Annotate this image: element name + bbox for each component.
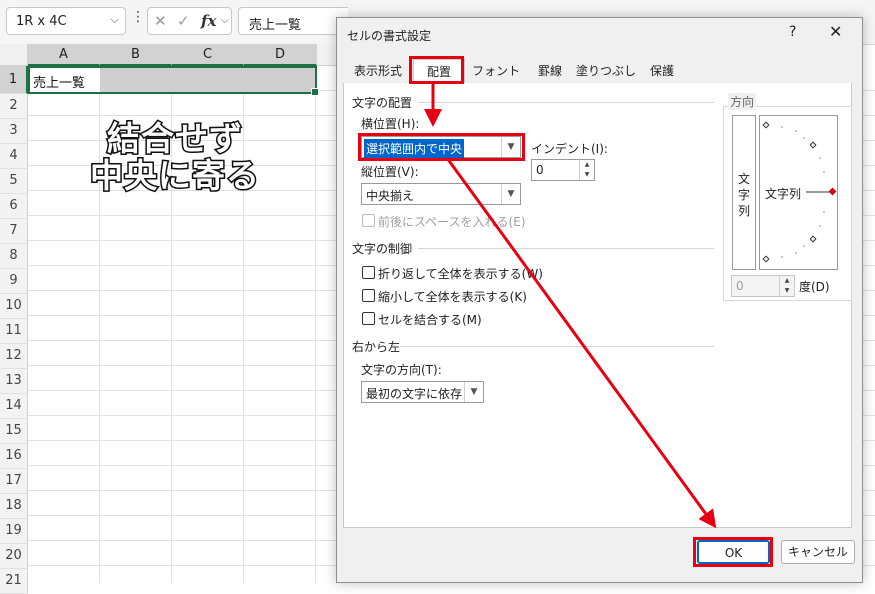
degrees-spinner[interactable]: 0 ▲ ▼ [731, 275, 795, 297]
row-header[interactable]: 12 [0, 344, 28, 369]
row-header[interactable]: 9 [0, 269, 28, 294]
vertical-label: 縦位置(V): [361, 165, 419, 179]
section-divider [418, 102, 714, 103]
spin-up-icon[interactable]: ▲ [779, 276, 794, 286]
indent-value: 0 [536, 163, 544, 177]
vertical-char: 字 [738, 188, 751, 202]
vertical-char: 文 [738, 172, 751, 186]
distributed-label: 前後にスペースを入れる(E) [378, 215, 526, 229]
tab-number[interactable]: 表示形式 [347, 59, 409, 83]
selected-range[interactable]: 売上一覧 [28, 66, 319, 96]
merge-cells-checkbox[interactable] [362, 312, 375, 325]
annotation-line-1: 結合せず [106, 119, 244, 159]
spin-down-icon[interactable]: ▼ [779, 286, 794, 296]
row-header[interactable]: 7 [0, 219, 28, 244]
row-header[interactable]: 4 [0, 144, 28, 169]
vertical-char: 列 [738, 204, 751, 218]
text-control-heading: 文字の制御 [352, 242, 413, 256]
column-header-c[interactable]: C [172, 44, 244, 66]
annotation-caption: 結合せず 中央に寄る [70, 119, 280, 196]
chevron-down-icon[interactable]: ⌵ [221, 15, 229, 26]
chevron-down-icon[interactable]: ▼ [464, 382, 483, 402]
more-options-icon[interactable]: ⋮ [131, 10, 145, 24]
text-direction-label: 文字の方向(T): [361, 363, 442, 377]
vertical-text-toggle[interactable]: 文 字 列 [732, 115, 756, 270]
section-divider [400, 346, 714, 347]
tab-fill[interactable]: 塗りつぶし [575, 59, 637, 83]
merge-cells-label: セルを結合する(M) [378, 313, 482, 327]
highlight-alignment-tab [409, 56, 464, 84]
wrap-text-checkbox[interactable] [362, 266, 375, 279]
cell-a1-value: 売上一覧 [33, 76, 86, 91]
row-header[interactable]: 18 [0, 494, 28, 519]
row-header[interactable]: 16 [0, 444, 28, 469]
wrap-text-label: 折り返して全体を表示する(W) [378, 267, 543, 281]
row-header[interactable]: 19 [0, 519, 28, 544]
column-header-b[interactable]: B [100, 44, 172, 66]
cancel-button[interactable]: キャンセル [781, 540, 855, 564]
row-header[interactable]: 5 [0, 169, 28, 194]
chevron-down-icon[interactable]: ▼ [501, 184, 520, 204]
vertical-alignment-value: 中央揃え [366, 189, 415, 203]
orientation-heading: 方向 [728, 93, 757, 110]
rtl-heading: 右から左 [352, 340, 401, 354]
dial-label: 文字列 [765, 187, 802, 201]
text-alignment-heading: 文字の配置 [352, 96, 413, 110]
tab-border[interactable]: 罫線 [527, 59, 573, 83]
name-box[interactable]: 1R x 4C ⌵ [6, 7, 126, 35]
chevron-down-icon[interactable]: ⌵ [111, 13, 119, 27]
degrees-value: 0 [736, 279, 744, 293]
text-direction-value: 最初の文字に依存 [366, 387, 463, 401]
formula-value: 売上一覧 [249, 18, 302, 33]
orientation-dial[interactable]: 文字列 [759, 115, 838, 270]
row-header[interactable]: 21 [0, 569, 28, 594]
row-header[interactable]: 17 [0, 469, 28, 494]
enter-icon[interactable]: ✓ [177, 12, 190, 30]
distributed-checkbox[interactable] [362, 214, 375, 227]
highlight-ok-button [693, 537, 773, 567]
vertical-alignment-select[interactable]: 中央揃え ▼ [361, 183, 521, 205]
indent-spinner[interactable]: 0 ▲ ▼ [531, 159, 595, 181]
row-header[interactable]: 14 [0, 394, 28, 419]
row-header[interactable]: 20 [0, 544, 28, 569]
shrink-to-fit-checkbox[interactable] [362, 289, 375, 302]
degrees-label: 度(D) [799, 280, 830, 294]
column-header-a[interactable]: A [28, 44, 100, 66]
row-header[interactable]: 10 [0, 294, 28, 319]
annotation-line-2: 中央に寄る [89, 156, 261, 196]
row-header[interactable]: 15 [0, 419, 28, 444]
close-icon[interactable]: ✕ [829, 22, 842, 41]
dialog-title: セルの書式設定 [347, 29, 432, 43]
row-header[interactable]: 2 [0, 94, 28, 119]
formula-buttons: ✕ ✓ fx ⌵ [147, 7, 232, 35]
horizontal-label: 横位置(H): [361, 117, 420, 131]
insert-function-icon[interactable]: fx [201, 12, 216, 30]
name-box-value: 1R x 4C [16, 14, 67, 29]
row-header[interactable]: 1 [0, 66, 28, 94]
tab-protection[interactable]: 保護 [639, 59, 685, 83]
highlight-horizontal-select [358, 133, 525, 161]
text-direction-select[interactable]: 最初の文字に依存 ▼ [361, 381, 484, 403]
row-header[interactable]: 11 [0, 319, 28, 344]
fill-handle[interactable] [311, 88, 319, 96]
section-divider [418, 248, 714, 249]
row-header[interactable]: 8 [0, 244, 28, 269]
spin-up-icon[interactable]: ▲ [579, 160, 594, 170]
select-all-corner[interactable] [0, 44, 28, 66]
shrink-to-fit-label: 縮小して全体を表示する(K) [378, 290, 527, 304]
indent-label: インデント(I): [531, 142, 608, 156]
row-header[interactable]: 3 [0, 119, 28, 144]
row-header[interactable]: 13 [0, 369, 28, 394]
help-icon[interactable]: ? [789, 24, 796, 40]
formula-input[interactable]: 売上一覧 [238, 7, 348, 35]
tab-font[interactable]: フォント [467, 59, 525, 83]
row-header[interactable]: 6 [0, 194, 28, 219]
column-header-d[interactable]: D [244, 44, 317, 66]
spin-down-icon[interactable]: ▼ [579, 170, 594, 180]
cancel-icon[interactable]: ✕ [154, 12, 167, 30]
